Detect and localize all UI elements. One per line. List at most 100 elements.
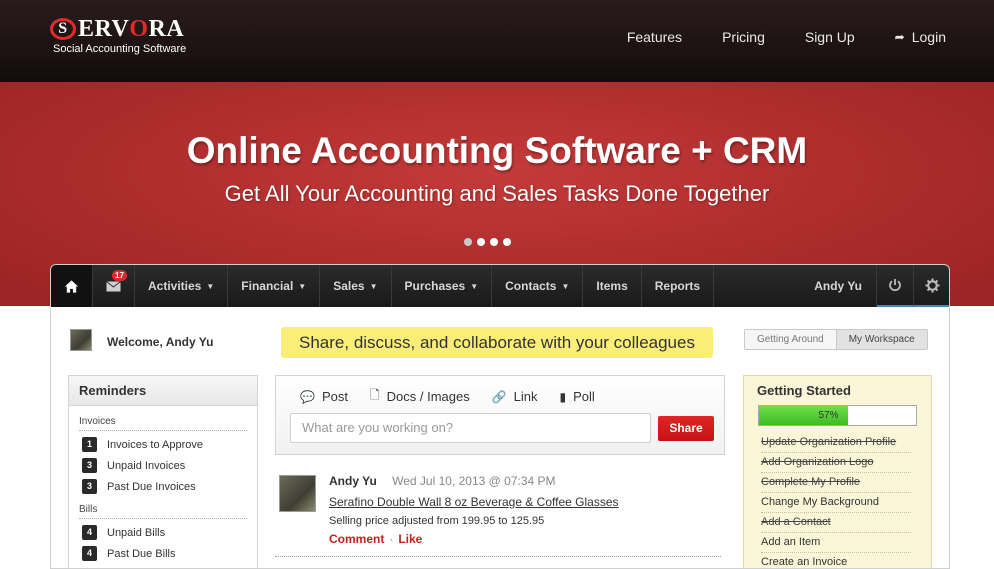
- nav-right-group: Andy Yu: [800, 265, 949, 307]
- logo-s-mark: S: [50, 18, 76, 40]
- collaborate-banner: Share, discuss, and collaborate with you…: [281, 327, 713, 358]
- post-input[interactable]: What are you working on?: [290, 413, 651, 443]
- nav-reports[interactable]: Reports: [642, 265, 715, 307]
- reminder-count: 3: [82, 458, 97, 473]
- nav-reports-label: Reports: [654, 279, 701, 293]
- reminder-label: Unpaid Invoices: [107, 459, 186, 472]
- nav-activities-label: Activities: [148, 279, 202, 293]
- setup-step[interactable]: Add Organization Logo: [761, 453, 911, 473]
- app-nav-bar: 17 Activities ▼ Financial ▼ Sales ▼ Purchas…: [51, 265, 949, 307]
- feed-author-avatar[interactable]: [279, 475, 316, 512]
- nav-sales-label: Sales: [333, 279, 365, 293]
- tab-link-label: Link: [513, 389, 538, 404]
- caret-down-icon: ▼: [470, 281, 479, 291]
- caret-down-icon: ▼: [369, 281, 378, 291]
- settings-button[interactable]: [914, 265, 949, 307]
- nav-sales[interactable]: Sales ▼: [320, 265, 392, 307]
- user-avatar[interactable]: [70, 329, 92, 351]
- like-link[interactable]: Like: [398, 532, 422, 546]
- invoices-section-label: Invoices: [79, 416, 247, 431]
- nav-purchases[interactable]: Purchases ▼: [392, 265, 493, 307]
- reminder-item[interactable]: 3 Past Due Invoices: [82, 479, 257, 494]
- setup-step[interactable]: Add a Contact: [761, 513, 911, 533]
- reminder-item[interactable]: 4 Past Due Bills: [82, 546, 257, 561]
- logo-o-mark: O: [129, 16, 149, 42]
- logo-tagline: Social Accounting Software: [53, 43, 187, 55]
- caret-down-icon: ▼: [206, 281, 215, 291]
- nav-activities[interactable]: Activities ▼: [135, 265, 229, 307]
- getting-started-panel: Getting Started 57% Update Organization …: [743, 375, 932, 568]
- slider-dot[interactable]: [464, 238, 472, 246]
- power-icon: [889, 279, 901, 292]
- reminder-item[interactable]: 3 Unpaid Invoices: [82, 458, 257, 473]
- nav-financial[interactable]: Financial ▼: [228, 265, 321, 307]
- tab-link[interactable]: 🔗 Link: [492, 386, 538, 407]
- reminder-label: Invoices to Approve: [107, 438, 204, 451]
- caret-down-icon: ▼: [561, 281, 570, 291]
- nav-signup-link[interactable]: Sign Up: [805, 29, 855, 45]
- share-button[interactable]: Share: [658, 416, 714, 441]
- nav-login-link[interactable]: ➦ Login: [895, 29, 946, 45]
- mail-count-badge: 17: [112, 270, 127, 281]
- site-nav: Features Pricing Sign Up ➦ Login: [587, 29, 946, 45]
- feed-description: Selling price adjusted from 199.95 to 12…: [329, 515, 545, 527]
- home-button[interactable]: [51, 265, 93, 307]
- getting-around-tab[interactable]: Getting Around: [745, 330, 836, 349]
- feed-product-link[interactable]: Serafino Double Wall 8 oz Beverage & Cof…: [329, 495, 619, 509]
- reminder-item[interactable]: 4 Unpaid Bills: [82, 525, 257, 540]
- nav-pricing-link[interactable]: Pricing: [722, 29, 765, 45]
- reminder-count: 4: [82, 546, 97, 561]
- slider-dot[interactable]: [477, 238, 485, 246]
- my-workspace-tab[interactable]: My Workspace: [835, 330, 927, 349]
- logout-button[interactable]: [877, 265, 914, 307]
- nav-purchases-label: Purchases: [404, 279, 466, 293]
- setup-steps-list: Update Organization Profile Add Organiza…: [761, 433, 911, 568]
- document-icon: 🗋: [369, 388, 380, 402]
- tab-poll[interactable]: ▮ Poll: [560, 386, 595, 407]
- tab-docs[interactable]: 🗋 Docs / Images: [370, 386, 470, 407]
- link-icon: 🔗: [491, 389, 507, 404]
- nav-financial-label: Financial: [241, 279, 294, 293]
- hero-subtitle: Get All Your Accounting and Sales Tasks …: [224, 181, 770, 206]
- login-label: Login: [911, 29, 946, 45]
- nav-contacts[interactable]: Contacts ▼: [492, 265, 584, 307]
- tab-post[interactable]: 💬 Post: [300, 386, 348, 407]
- gear-icon: [925, 277, 940, 293]
- nav-features-link[interactable]: Features: [627, 29, 682, 45]
- nav-items[interactable]: Items: [583, 265, 642, 307]
- slider-dot[interactable]: [490, 238, 498, 246]
- home-icon: [64, 279, 79, 293]
- hero-title: Online Accounting Software + CRM: [186, 130, 808, 171]
- setup-step[interactable]: Complete My Profile: [761, 473, 911, 493]
- slider-dots: [464, 238, 511, 246]
- setup-step[interactable]: Change My Background: [761, 493, 911, 513]
- bills-section-label: Bills: [79, 504, 247, 519]
- setup-step[interactable]: Add an Item: [761, 533, 911, 553]
- slider-dot[interactable]: [503, 238, 511, 246]
- reminder-item[interactable]: 1 Invoices to Approve: [82, 437, 257, 452]
- feed-author[interactable]: Andy Yu: [329, 474, 377, 488]
- setup-progress-bar: 57%: [758, 405, 917, 426]
- composer-tabs: 💬 Post 🗋 Docs / Images 🔗 Link ▮ Poll: [300, 386, 724, 407]
- feed-item: Andy Yu Wed Jul 10, 2013 @ 07:34 PM Sera…: [329, 474, 619, 546]
- tab-poll-label: Poll: [573, 389, 595, 404]
- nav-user-name[interactable]: Andy Yu: [800, 265, 877, 307]
- comment-link[interactable]: Comment: [329, 532, 384, 546]
- feed-timestamp: Wed Jul 10, 2013 @ 07:34 PM: [392, 474, 556, 488]
- reminders-panel: Reminders Invoices 1 Invoices to Approve …: [68, 375, 258, 568]
- logo-text-part: ERV: [78, 16, 130, 42]
- servora-logo[interactable]: S ERV O RA Social Accounting Software: [50, 16, 186, 55]
- setup-step[interactable]: Create an Invoice: [761, 553, 911, 568]
- tab-post-label: Post: [321, 389, 348, 404]
- progress-fill: 57%: [759, 406, 849, 425]
- post-composer: 💬 Post 🗋 Docs / Images 🔗 Link ▮ Poll What ar…: [275, 375, 725, 455]
- site-header: S ERV O RA Social Accounting Software Featu…: [0, 0, 994, 82]
- login-arrow-icon: ➦: [894, 30, 905, 44]
- action-separator: ·: [389, 532, 394, 546]
- welcome-message: Welcome, Andy Yu: [107, 335, 214, 349]
- bar-chart-icon: ▮: [559, 389, 567, 404]
- setup-step[interactable]: Update Organization Profile: [761, 433, 911, 453]
- nav-items-label: Items: [596, 279, 628, 293]
- reminder-count: 3: [82, 479, 97, 494]
- reminder-label: Past Due Bills: [107, 547, 176, 560]
